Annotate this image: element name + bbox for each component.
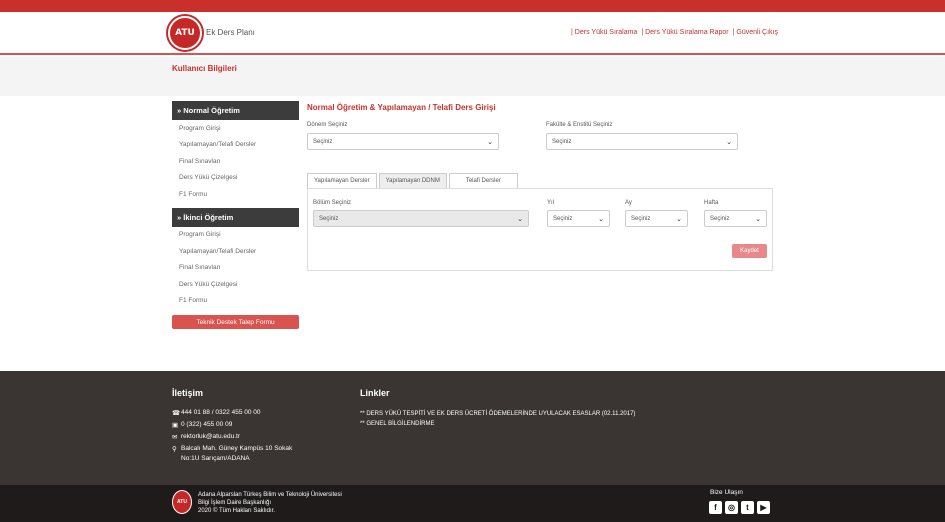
sidebar: » Normal Öğretim Program Girişi Yapılama…: [172, 101, 299, 329]
follow-label: Bize Ulaşın: [710, 489, 743, 496]
tabs: Yapılamayan Dersler Yapılamayan DDNM Tel…: [307, 173, 520, 188]
contact-info: ☎ 444 01 88 / 0322 455 00 00 ▣ 0 (322) 455…: [172, 409, 292, 467]
university-name: Adana Alparslan Türkeş Bilim ve Teknoloj…: [198, 492, 342, 498]
nav-ders-yuku-siralama[interactable]: | Ders Yükü Sıralama: [571, 29, 637, 36]
year-label: Yıl: [547, 200, 555, 206]
tab-telafi-dersler[interactable]: Telafi Dersler: [448, 173, 518, 188]
phone-text: 444 01 88 / 0322 455 00 00: [181, 409, 261, 416]
top-bar: [0, 0, 945, 12]
twitter-icon[interactable]: t: [741, 501, 754, 514]
chevron-down-icon: ⌄: [517, 216, 523, 223]
sidebar-item-f1[interactable]: F1 Formu: [172, 186, 299, 203]
phone-icon: ☎: [172, 410, 181, 417]
copyright-block: Adana Alparslan Türkeş Bilim ve Teknoloj…: [198, 491, 342, 515]
dept-select[interactable]: Seçiniz ⌄: [313, 210, 529, 227]
sidebar-item-cizelge[interactable]: Ders Yükü Çizelgesi: [172, 170, 299, 187]
month-select[interactable]: Seçiniz ⌄: [625, 210, 688, 227]
week-label: Hafta: [704, 200, 719, 206]
term-select[interactable]: Seçiniz ⌄: [307, 133, 499, 150]
facebook-icon[interactable]: f: [709, 501, 722, 514]
sidebar-item-program-girisi[interactable]: Program Girişi: [172, 120, 299, 137]
sidebar-item-program-girisi-2[interactable]: Program Girişi: [172, 227, 299, 244]
contact-title: İletişim: [172, 388, 204, 398]
address-line-1: Balcalı Mah. Güney Kampüs 10 Sokak: [181, 445, 293, 452]
chevron-down-icon: ⌄: [487, 139, 493, 146]
nav-ders-yuku-siralama-rapor[interactable]: | Ders Yükü Sıralama Rapor: [641, 29, 728, 36]
main-content: Normal Öğretim & Yapılamayan / Telafi De…: [307, 103, 777, 271]
links-title: Linkler: [360, 388, 390, 398]
chevron-down-icon: ⌄: [598, 216, 604, 223]
sidebar-item-final-2[interactable]: Final Sınavları: [172, 260, 299, 277]
footer-logo: ATU: [172, 490, 192, 514]
header: ATU Ek Ders Planı | Ders Yükü Sıralama |…: [0, 12, 945, 55]
department-name: Bilgi İşlem Daire Başkanlığı: [198, 500, 272, 506]
instagram-icon[interactable]: ◎: [725, 501, 738, 514]
youtube-icon[interactable]: ▶: [757, 501, 770, 514]
footer: İletişim ☎ 444 01 88 / 0322 455 00 00 ▣ 0 …: [0, 371, 945, 485]
sidebar-item-telafi-2[interactable]: Yapılamayan/Telafi Dersler: [172, 243, 299, 260]
university-logo[interactable]: ATU: [168, 16, 202, 50]
faculty-label: Fakülte & Enstitü Seçiniz: [546, 122, 613, 128]
sidebar-head-second[interactable]: » İkinci Öğretim: [172, 207, 299, 227]
top-nav: | Ders Yükü Sıralama | Ders Yükü Sıralam…: [571, 29, 778, 36]
month-label: Ay: [625, 200, 632, 206]
sidebar-head-normal[interactable]: » Normal Öğretim: [172, 101, 299, 120]
fax-icon: ▣: [172, 422, 179, 429]
links-list: ** DERS YÜKÜ TESPİTİ VE EK DERS ÜCRETİ Ö…: [360, 411, 635, 431]
location-icon: ⚲: [172, 446, 177, 453]
address-line-2: No:1U Sarıçam/ADANA: [181, 455, 250, 462]
bottom-bar: ATU Adana Alparslan Türkeş Bilim ve Tekn…: [0, 485, 945, 522]
main-title: Normal Öğretim & Yapılamayan / Telafi De…: [307, 103, 496, 112]
chevron-down-icon: ⌄: [755, 216, 761, 223]
chevron-down-icon: ⌄: [726, 139, 732, 146]
term-label: Dönem Seçiniz: [307, 122, 348, 128]
nav-guvenli-cikis[interactable]: | Güvenli Çıkış: [733, 29, 778, 36]
link-esaslar[interactable]: ** DERS YÜKÜ TESPİTİ VE EK DERS ÜCRETİ Ö…: [360, 411, 635, 421]
week-select[interactable]: Seçiniz ⌄: [704, 210, 767, 227]
sidebar-item-cizelge-2[interactable]: Ders Yükü Çizelgesi: [172, 276, 299, 293]
page-title: Kullanıcı Bilgileri: [172, 64, 237, 73]
dept-label: Bölüm Seçiniz: [313, 200, 352, 206]
faculty-select[interactable]: Seçiniz ⌄: [546, 133, 738, 150]
tab-yapilamayan-ddnm[interactable]: Yapılamayan DDNM: [378, 173, 447, 188]
save-button[interactable]: Kaydet: [732, 244, 767, 258]
email-link[interactable]: rektorluk@atu.edu.tr: [181, 433, 240, 440]
fax-text: 0 (322) 455 00 09: [181, 421, 233, 428]
tab-panel: Bölüm Seçiniz Seçiniz ⌄ Yıl Seçiniz ⌄ Ay S…: [307, 188, 773, 271]
support-form-button[interactable]: Teknik Destek Talep Formu: [172, 315, 299, 329]
tab-yapilamayan-dersler[interactable]: Yapılamayan Dersler: [307, 173, 377, 188]
copyright: 2020 © Tüm Hakları Saklıdır.: [198, 508, 276, 514]
year-select[interactable]: Seçiniz ⌄: [547, 210, 610, 227]
link-genel-bilgilendirme[interactable]: ** GENEL BİLGİLENDİRME: [360, 421, 635, 431]
subheader: Kullanıcı Bilgileri: [0, 57, 945, 96]
mail-icon: ✉: [172, 434, 178, 441]
sidebar-item-telafi[interactable]: Yapılamayan/Telafi Dersler: [172, 137, 299, 154]
sidebar-item-f1-2[interactable]: F1 Formu: [172, 293, 299, 310]
chevron-down-icon: ⌄: [676, 216, 682, 223]
sidebar-item-final[interactable]: Final Sınavları: [172, 153, 299, 170]
app-title: Ek Ders Planı: [206, 28, 255, 37]
social-links: f ◎ t ▶: [709, 501, 770, 514]
